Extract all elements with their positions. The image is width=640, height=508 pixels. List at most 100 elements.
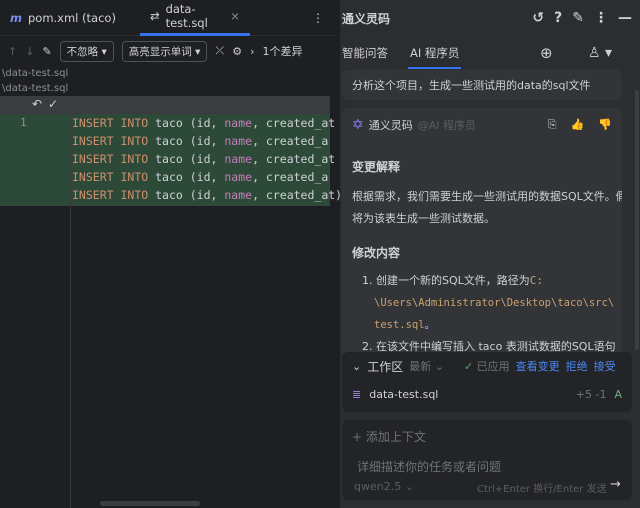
tab-label: pom.xml (taco) (27, 10, 116, 25)
code-line[interactable]: 1 INSERT INTO taco (id, name, created_at (0, 114, 335, 132)
database-icon: ≣ (352, 387, 362, 401)
input-placeholder: 详细描述你的任务或者问题 (357, 460, 502, 474)
keyword: INTO (120, 152, 149, 166)
help-icon[interactable]: ? (554, 10, 562, 26)
workspace-label: 工作区 (367, 359, 404, 374)
code-text: , created_a (252, 170, 329, 184)
code-text: , created_a (252, 134, 329, 148)
paragraph: 根据需求，我们需要生成一些测试用的数据SQL文件。假设 (352, 190, 622, 203)
chevron-down-icon[interactable]: ⌄ (352, 360, 361, 373)
gear-icon[interactable]: ⚙ (232, 45, 242, 58)
send-icon[interactable]: → (610, 477, 621, 492)
panel-title: 通义灵码 (342, 11, 391, 26)
ignore-select[interactable]: 不忽略 ▾ (59, 40, 114, 62)
revert-icon[interactable]: ↶ (32, 97, 42, 111)
file-name: data-test.sql (369, 387, 439, 401)
inline-code: C: (529, 274, 544, 287)
code-line[interactable]: INSERT INTO taco (id, name, created_a (0, 168, 330, 186)
model-label: qwen2.5 (354, 480, 402, 493)
applied-status: ✓ 已应用 (464, 358, 510, 374)
keyword: INTO (120, 170, 149, 184)
reply-author: 通义灵码 (368, 119, 413, 132)
keyword: INSERT (72, 170, 114, 184)
model-select[interactable]: qwen2.5 ⌄ (354, 480, 414, 493)
check-circle-icon: ✓ (463, 360, 474, 373)
keyword: INSERT (72, 188, 114, 202)
thumbs-down-icon[interactable]: 👎 (598, 118, 612, 132)
ignore-label: 不忽略 (66, 45, 99, 58)
horizontal-scrollbar[interactable] (100, 501, 200, 506)
check-icon[interactable]: ✓ (48, 97, 58, 111)
chevron-right-icon[interactable]: › (250, 45, 254, 58)
code-line[interactable]: INSERT INTO taco (id, name, created_a (0, 132, 330, 150)
highlight-select[interactable]: 高亮显示单词 ▾ (121, 40, 208, 62)
workspace-file-row[interactable]: ≣ data-test.sql +5 -1 A (342, 380, 632, 408)
keyword: INSERT (72, 116, 114, 130)
assistant-reply: ✡ 通义灵码 @AI 程序员 ⎘ 👍 👎 变更解释 根据需求，我们需要生成一些测… (342, 108, 622, 358)
version-select[interactable]: 最新 ⌄ (409, 358, 444, 374)
tab-smart-qa[interactable]: 智能问答 (342, 45, 388, 61)
minimize-icon[interactable]: — (618, 10, 632, 26)
copy-icon[interactable]: ⎘ (548, 118, 557, 132)
column: name (224, 152, 253, 166)
line-number: 1 (20, 116, 27, 129)
user-message-text: 分析这个项目，生成一些测试用的data的sql文件 (352, 79, 591, 92)
more-icon[interactable]: ⋮ (312, 11, 324, 25)
edit-icon[interactable]: ✎ (42, 45, 51, 58)
keyword: INTO (120, 116, 149, 130)
code-text: taco (id, (155, 170, 225, 184)
tongyi-logo-icon: ✡ (352, 117, 364, 133)
column: name (224, 134, 253, 148)
diff-toolbar: ↑ ↓ ✎ 不忽略 ▾ 高亮显示单词 ▾ ⤫ ⚙ › 1个差异 (0, 36, 334, 66)
added-count: +5 (575, 387, 592, 401)
new-chat-icon[interactable]: ⊕ (540, 44, 553, 62)
tab-ai-programmer[interactable]: AI 程序员 (408, 37, 462, 69)
paragraph: 将为该表生成一些测试数据。 (352, 212, 495, 225)
code-text: taco (id, (155, 134, 225, 148)
section-heading: 修改内容 (352, 246, 401, 260)
history-icon[interactable]: ↺ (532, 10, 544, 26)
tab-pom-xml[interactable]: m pom.xml (taco) (0, 0, 126, 36)
highlight-label: 高亮显示单词 (128, 45, 192, 58)
accept-link[interactable]: 接受 (594, 358, 616, 374)
prev-diff-icon[interactable]: ↑ (8, 45, 17, 58)
removed-count: -1 (595, 387, 607, 401)
reject-link[interactable]: 拒绝 (566, 358, 588, 374)
next-diff-icon[interactable]: ↓ (25, 45, 34, 58)
send-hint: Ctrl+Enter 换行/Enter 发送 (477, 484, 607, 495)
vertical-scrollbar[interactable] (635, 90, 639, 350)
section-heading: 变更解释 (352, 160, 401, 174)
close-icon[interactable]: × (230, 9, 240, 23)
workspace-panel: ⌄ 工作区 最新 ⌄ ✓ 已应用 查看变更 拒绝 接受 ≣ data-test.… (342, 352, 632, 412)
code-text: taco (id, (155, 116, 225, 130)
collapse-icon[interactable]: ⤫ (215, 44, 224, 58)
inline-code: test.sql (374, 319, 425, 331)
keyword: INSERT (72, 134, 114, 148)
code-line[interactable]: INSERT INTO taco (id, name, created_at (0, 150, 335, 168)
code-line[interactable]: INSERT INTO taco (id, name, created_at) (0, 186, 342, 204)
code-text: taco (id, (155, 188, 225, 202)
thumbs-up-icon[interactable]: 👍 (571, 118, 585, 132)
chat-input[interactable]: + 添加上下文 详细描述你的任务或者问题 qwen2.5 ⌄ Ctrl+Ente… (342, 420, 632, 500)
gutter-divider (70, 96, 71, 508)
keyword: INTO (120, 188, 149, 202)
editor-tabs: m pom.xml (taco) ⇄ data-test.sql × ⋮ (0, 0, 334, 36)
more-icon[interactable]: ⋮ (594, 10, 608, 26)
view-changes-link[interactable]: 查看变更 (516, 358, 560, 374)
edit-icon[interactable]: ✎ (572, 10, 584, 26)
gutter-actions: ↶ ✓ (0, 96, 330, 114)
add-context-label: 添加上下文 (365, 430, 426, 444)
file-path: \data-test.sql (2, 83, 69, 94)
panel-tabs: 智能问答 AI 程序员 ⊕ ♙ ▾ (340, 36, 640, 70)
code-text: , created_at) (252, 188, 343, 202)
diff-count: 1个差异 (262, 45, 303, 58)
column: name (224, 188, 253, 202)
applied-label: 已应用 (476, 360, 510, 373)
user-icon[interactable]: ♙ ▾ (588, 45, 612, 61)
add-context-button[interactable]: + 添加上下文 (352, 428, 426, 445)
assistant-panel: 通义灵码 ↺ ? ✎ ⋮ — 智能问答 AI 程序员 ⊕ ♙ ▾ 分析这个项目，… (340, 0, 640, 508)
tab-data-test-sql[interactable]: ⇄ data-test.sql × (139, 0, 250, 36)
file-path: \data-test.sql (2, 68, 69, 79)
diff-icon: ⇄ (149, 9, 160, 23)
version-label: 最新 (409, 360, 432, 373)
